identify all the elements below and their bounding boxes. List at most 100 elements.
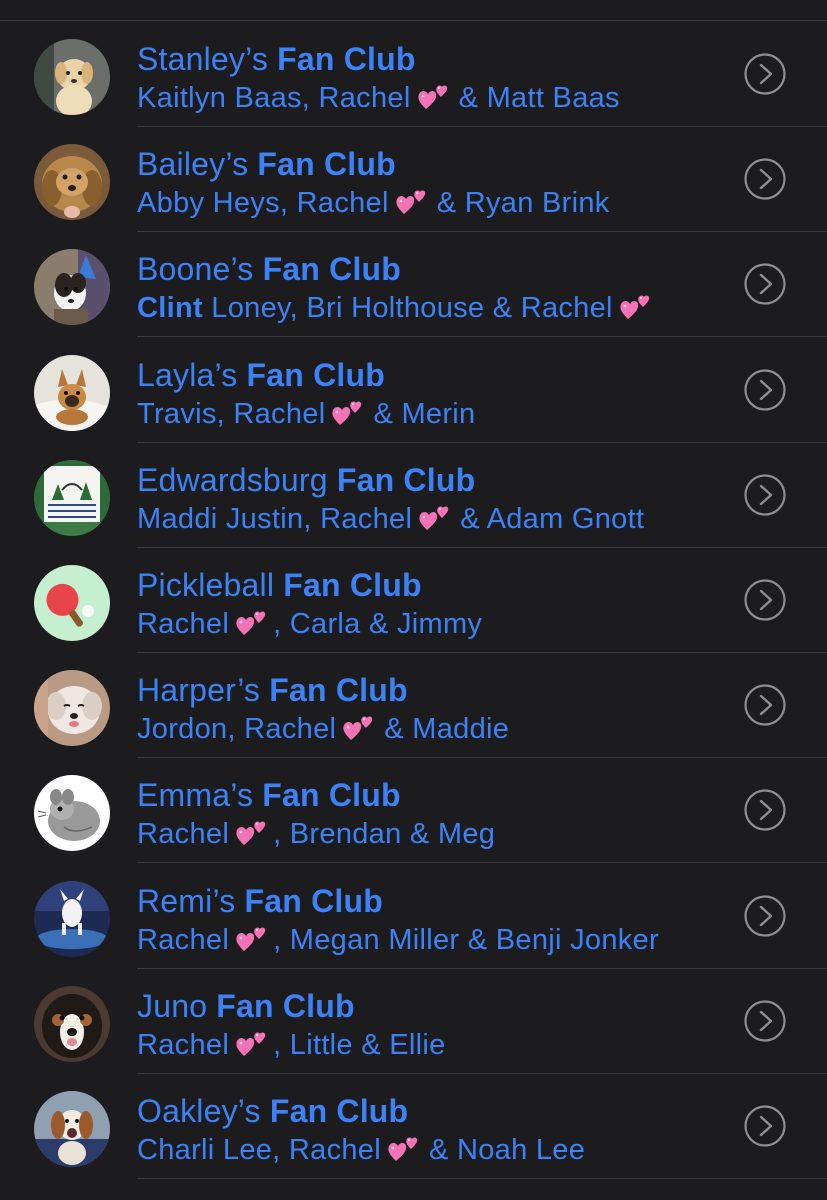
conversation-title: Oakley’s Fan Club [137, 1093, 408, 1129]
two-hearts-icon [235, 818, 271, 848]
member-text: & Maddie [384, 713, 510, 746]
member-text: Rachel [137, 923, 230, 956]
club-name: Harper’s [137, 672, 261, 709]
club-name: Edwardsburg [137, 461, 328, 498]
conversation-title: Stanley’s Fan Club [137, 41, 416, 77]
avatar [34, 249, 110, 326]
conversation-title: Remi’s Fan Club [137, 883, 383, 919]
conversation-title: Pickleball Fan Club [137, 567, 422, 603]
club-name: Layla’s [137, 356, 238, 393]
chevron-right-circle-icon[interactable] [744, 894, 786, 937]
club-suffix: Fan Club [283, 567, 422, 603]
member-text: , Megan Miller & Benji Jonker [273, 923, 659, 956]
club-name: Bailey’s [137, 146, 249, 183]
club-name: Stanley’s [137, 41, 269, 77]
conversation-row[interactable]: Layla’s Fan Club Travis, Rachel & Merin [0, 338, 827, 443]
member-text: & Ryan Brink [436, 187, 610, 220]
member-text: Maddi Justin, Rachel [137, 502, 413, 535]
conversation-members: Abby Heys, Rachel & Ryan Brink [137, 186, 610, 220]
two-hearts-icon [418, 503, 454, 533]
member-text: Charli Lee, Rachel [137, 1134, 381, 1166]
member-text: Rachel [137, 1028, 230, 1061]
two-hearts-icon [395, 187, 431, 217]
conversation-title: Harper’s Fan Club [137, 672, 408, 708]
chevron-right-circle-icon[interactable] [744, 53, 786, 95]
conversation-row[interactable]: Bailey’s Fan Club Abby Heys, Rachel & Ryan… [0, 127, 827, 233]
conversation-row[interactable]: Harper’s Fan Club Jordon, Rachel & Maddie [0, 653, 827, 759]
club-suffix: Fan Club [262, 251, 402, 288]
member-text: Rachel [137, 608, 230, 640]
chevron-right-circle-icon[interactable] [744, 368, 786, 411]
member-text: & Adam Gnott [460, 502, 645, 535]
conversation-members: Maddi Justin, Rachel & Adam Gnott [137, 502, 644, 536]
avatar [34, 985, 110, 1062]
conversation-members: Jordon, Rachel & Maddie [137, 712, 509, 746]
club-suffix: Fan Club [262, 777, 401, 814]
conversation-title: Boone’s Fan Club [137, 251, 401, 287]
club-name: Oakley’s [137, 1093, 261, 1129]
avatar [34, 144, 110, 221]
conversation-members: Rachel , Brendan & Meg [137, 817, 495, 851]
avatar [34, 459, 110, 536]
club-name: Boone’s [137, 251, 254, 288]
conversation-members: Rachel , Little & Ellie [137, 1028, 446, 1062]
two-hearts-icon [235, 1029, 271, 1059]
member-text: , Little & Ellie [273, 1028, 446, 1061]
two-hearts-icon [331, 398, 367, 428]
club-suffix: Fan Club [257, 146, 396, 183]
conversation-list: Stanley’s Fan Club Kaitlyn Baas, Rachel & … [0, 0, 827, 1200]
member-text: , Brendan & Meg [273, 818, 496, 851]
club-suffix: Fan Club [269, 1093, 409, 1129]
two-hearts-icon [235, 608, 271, 638]
conversation-members: Travis, Rachel & Merin [137, 397, 475, 431]
conversation-row[interactable]: Stanley’s Fan Club Kaitlyn Baas, Rachel & … [0, 22, 827, 127]
club-suffix: Fan Club [246, 356, 386, 393]
conversation-members: Rachel , Megan Miller & Benji Jonker [137, 923, 659, 957]
conversation-members: Kaitlyn Baas, Rachel & Matt Baas [137, 81, 620, 115]
avatar [34, 880, 110, 957]
member-text: Loney, Bri Holthouse & Rachel [202, 292, 613, 325]
conversation-row[interactable]: Juno Fan Club Rachel , Little & Ellie [0, 969, 827, 1074]
club-name: Remi’s [137, 882, 236, 919]
conversation-row[interactable]: Pickleball Fan Club Rachel , Carla & Jimmy [0, 548, 827, 653]
avatar [34, 565, 110, 641]
member-text: Abby Heys, Rachel [137, 187, 389, 220]
conversation-title: Layla’s Fan Club [137, 357, 385, 393]
avatar [34, 1091, 110, 1167]
conversation-row[interactable]: Oakley’s Fan Club Charli Lee, Rachel & Noa… [0, 1074, 827, 1179]
chevron-right-circle-icon[interactable] [744, 263, 786, 305]
club-name: Pickleball [137, 567, 275, 603]
club-suffix: Fan Club [336, 461, 476, 498]
chevron-right-circle-icon[interactable] [744, 1000, 786, 1042]
club-suffix: Fan Club [269, 672, 408, 709]
chevron-right-circle-icon[interactable] [744, 474, 786, 516]
conversation-title: Edwardsburg Fan Club [137, 462, 475, 498]
chevron-right-circle-icon[interactable] [744, 579, 786, 621]
member-text: Kaitlyn Baas, Rachel [137, 82, 411, 114]
row-separator [137, 1178, 827, 1179]
conversation-row[interactable]: Remi’s Fan Club Rachel , Megan Miller & Be… [0, 864, 827, 969]
member-text: & Noah Lee [428, 1134, 586, 1166]
conversation-row[interactable]: Edwardsburg Fan Club Maddi Justin, Rachel… [0, 443, 827, 548]
conversation-title: Emma’s Fan Club [137, 777, 401, 813]
conversation-row[interactable]: Boone’s Fan Club Clint Loney, Bri Holthou… [0, 232, 827, 338]
two-hearts-icon [235, 924, 271, 954]
member-text: & Matt Baas [458, 82, 620, 114]
club-suffix: Fan Club [244, 882, 383, 919]
chevron-right-circle-icon[interactable] [744, 158, 786, 200]
member-text: & Merin [373, 397, 476, 430]
club-suffix: Fan Club [216, 987, 355, 1024]
avatar [34, 39, 110, 115]
chevron-right-circle-icon[interactable] [744, 684, 786, 726]
chevron-right-circle-icon[interactable] [744, 1105, 786, 1147]
avatar [34, 775, 110, 852]
club-name: Juno [137, 987, 208, 1024]
member-text: Clint [137, 292, 203, 325]
club-suffix: Fan Club [277, 41, 416, 77]
conversation-title: Bailey’s Fan Club [137, 146, 396, 182]
chevron-right-circle-icon[interactable] [744, 789, 786, 831]
conversation-row[interactable]: Emma’s Fan Club Rachel , Brendan & Meg [0, 758, 827, 864]
member-text: Jordon, Rachel [137, 713, 337, 746]
member-text: Travis, Rachel [137, 397, 326, 430]
avatar [34, 670, 110, 747]
